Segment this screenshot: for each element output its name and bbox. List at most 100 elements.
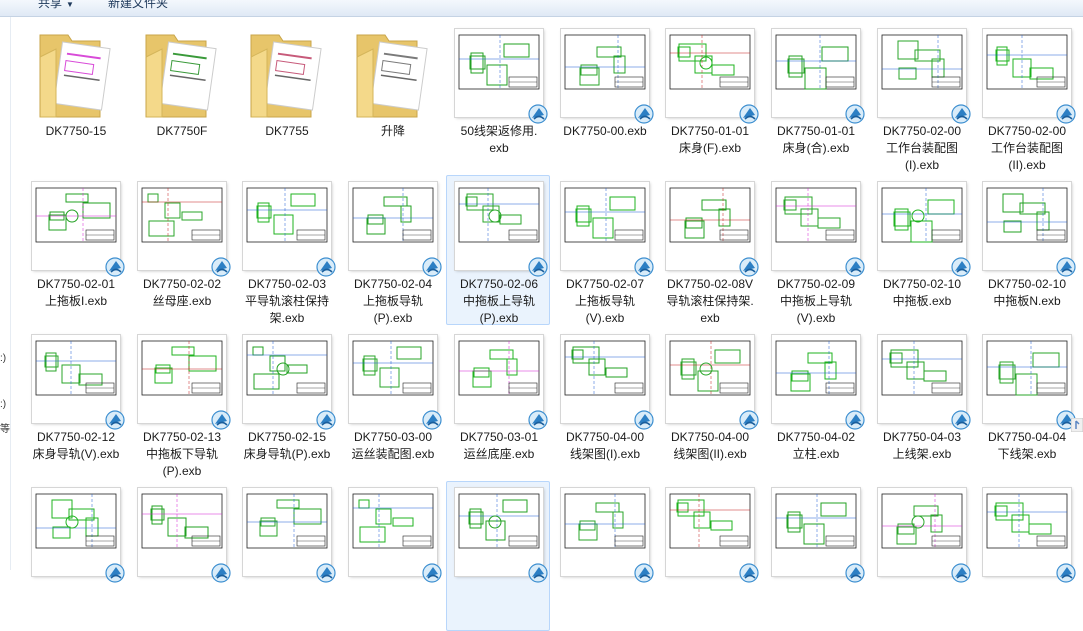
file-name: DK7750-02-08V 导轨滚柱保持架. exb	[658, 276, 762, 327]
file-item[interactable]: DK7750-04-04 下线架.exb	[974, 328, 1078, 478]
file-item[interactable]: DK7750-02-10 中拖板.exb	[869, 175, 973, 325]
file-name: DK7750-02-01 上拖板I.exb	[24, 276, 128, 310]
file-name-line: DK7750-04-00	[565, 430, 645, 444]
file-name-line: DK7750-02-06	[459, 277, 539, 291]
file-item[interactable]	[657, 481, 761, 631]
file-thumbnail	[559, 486, 654, 583]
file-item[interactable]	[869, 481, 973, 631]
file-item[interactable]: DK7750-02-00 工作台装配图 (I).exb	[869, 22, 973, 172]
file-name-line: DK7750-02-00	[882, 124, 962, 138]
file-item[interactable]: DK7750-00.exb	[552, 22, 656, 172]
file-item[interactable]	[763, 481, 867, 631]
caxa-app-icon	[633, 409, 655, 431]
file-name-line: DK7750-02-02	[142, 277, 222, 291]
caxa-app-icon	[738, 256, 760, 278]
folder-item[interactable]: DK7750-15	[23, 22, 127, 172]
chevron-down-icon: ▼	[66, 0, 74, 9]
file-thumbnail	[453, 180, 548, 277]
file-thumbnail	[241, 486, 336, 583]
file-thumbnail	[981, 27, 1076, 124]
file-item[interactable]: DK7750-02-03 平导轨滚柱保持 架.exb	[234, 175, 338, 325]
file-thumbnail	[876, 27, 971, 124]
file-name-line: DK7750-03-01	[459, 430, 539, 444]
file-item[interactable]	[974, 481, 1078, 631]
file-thumbnail	[664, 486, 759, 583]
file-item[interactable]: 50线架返修用. exb	[446, 22, 550, 172]
file-name-line: DK7750-02-07	[565, 277, 645, 291]
folder-item[interactable]: DK7755	[234, 22, 338, 172]
file-name-line: (P).exb	[479, 311, 519, 325]
file-name: DK7750-02-09 中拖板上导轨 (V).exb	[764, 276, 868, 327]
caxa-app-icon	[1055, 256, 1077, 278]
file-name-line: 床身(F).exb	[678, 141, 741, 155]
file-name-line: DK7750-04-03	[882, 430, 962, 444]
file-item[interactable]: DK7750-02-04 上拖板导轨 (P).exb	[340, 175, 444, 325]
file-thumbnail	[136, 180, 231, 277]
file-name-line: DK7750-02-15	[247, 430, 327, 444]
file-item[interactable]: DK7750-02-12 床身导轨(V).exb	[23, 328, 127, 478]
file-item[interactable]: DK7750-01-01 床身(F).exb	[657, 22, 761, 172]
caxa-app-icon	[527, 409, 549, 431]
scroll-right-arrow-icon[interactable]	[1071, 418, 1083, 432]
file-item[interactable]: DK7750-02-08V 导轨滚柱保持架. exb	[657, 175, 761, 325]
file-thumbnail	[347, 486, 442, 583]
file-name-line: 床身(合).exb	[782, 141, 850, 155]
file-item[interactable]: DK7750-02-09 中拖板上导轨 (V).exb	[763, 175, 867, 325]
file-item[interactable]	[23, 481, 127, 631]
file-item[interactable]: DK7750-03-01 运丝底座.exb	[446, 328, 550, 478]
file-thumbnail	[347, 333, 442, 430]
file-item[interactable]: DK7750-03-00 运丝装配图.exb	[340, 328, 444, 478]
file-item[interactable]: DK7750-02-00 工作台装配图 (II).exb	[974, 22, 1078, 172]
file-item[interactable]: DK7750-02-01 上拖板I.exb	[23, 175, 127, 325]
file-name-line: DK7750-04-04	[987, 430, 1067, 444]
file-thumbnail	[559, 27, 654, 124]
file-item[interactable]: DK7750-02-07 上拖板导轨 (V).exb	[552, 175, 656, 325]
file-thumbnail	[30, 180, 125, 277]
file-item[interactable]	[129, 481, 233, 631]
file-item[interactable]: DK7750-04-02 立柱.exb	[763, 328, 867, 478]
file-name-line: 上拖板导轨	[574, 294, 635, 308]
file-item[interactable]: DK7750-04-00 线架图(I).exb	[552, 328, 656, 478]
file-item[interactable]: DK7750-02-13 中拖板下导轨 (P).exb	[129, 328, 233, 478]
file-name-line: 中拖板N.exb	[993, 294, 1061, 308]
file-name-line: DK7750-01-01	[670, 124, 750, 138]
file-name-line: 架.exb	[269, 311, 305, 325]
file-name-line: 运丝底座.exb	[463, 447, 535, 461]
file-name-line: 中拖板上导轨	[779, 294, 852, 308]
file-name: DK7750F	[130, 123, 234, 140]
file-name: DK7750-02-04 上拖板导轨 (P).exb	[341, 276, 445, 327]
file-name-line: DK7750-01-01	[776, 124, 856, 138]
share-button[interactable]: 共享 ▼	[34, 0, 78, 11]
caxa-app-icon	[527, 256, 549, 278]
file-thumbnail	[453, 333, 548, 430]
file-name-line: 上线架.exb	[892, 447, 952, 461]
file-name: DK7750-02-12 床身导轨(V).exb	[24, 429, 128, 463]
file-item[interactable]: DK7750-04-00 线架图(II).exb	[657, 328, 761, 478]
file-name-line: DK7750-02-13	[142, 430, 222, 444]
caxa-app-icon	[1055, 103, 1077, 125]
file-item[interactable]: DK7750-02-06 中拖板上导轨 (P).exb	[446, 175, 550, 325]
caxa-app-icon	[950, 562, 972, 584]
folder-item[interactable]: 升降	[340, 22, 444, 172]
file-item[interactable]: DK7750-02-10 中拖板N.exb	[974, 175, 1078, 325]
file-item[interactable]: DK7750-01-01 床身(合).exb	[763, 22, 867, 172]
caxa-app-icon	[844, 103, 866, 125]
file-name: 升降	[341, 123, 445, 140]
file-item[interactable]	[446, 481, 550, 631]
file-item[interactable]: DK7750-02-15 床身导轨(P).exb	[234, 328, 338, 478]
file-name-line: 中拖板下导轨	[145, 447, 218, 461]
new-folder-button[interactable]: 新建文件夹	[104, 0, 172, 11]
file-item[interactable]	[552, 481, 656, 631]
file-name-line: DK7750-02-03	[247, 277, 327, 291]
caxa-app-icon	[950, 256, 972, 278]
caxa-app-icon	[421, 409, 443, 431]
file-name: DK7755	[235, 123, 339, 140]
file-item[interactable]	[340, 481, 444, 631]
caxa-app-icon	[950, 409, 972, 431]
folder-item[interactable]: DK7750F	[129, 22, 233, 172]
file-item[interactable]: DK7750-02-02 丝母座.exb	[129, 175, 233, 325]
file-item[interactable]: DK7750-04-03 上线架.exb	[869, 328, 973, 478]
command-bar: 共享 ▼ 新建文件夹	[0, 0, 1083, 17]
file-name-line: DK7750-02-09	[776, 277, 856, 291]
file-item[interactable]	[234, 481, 338, 631]
